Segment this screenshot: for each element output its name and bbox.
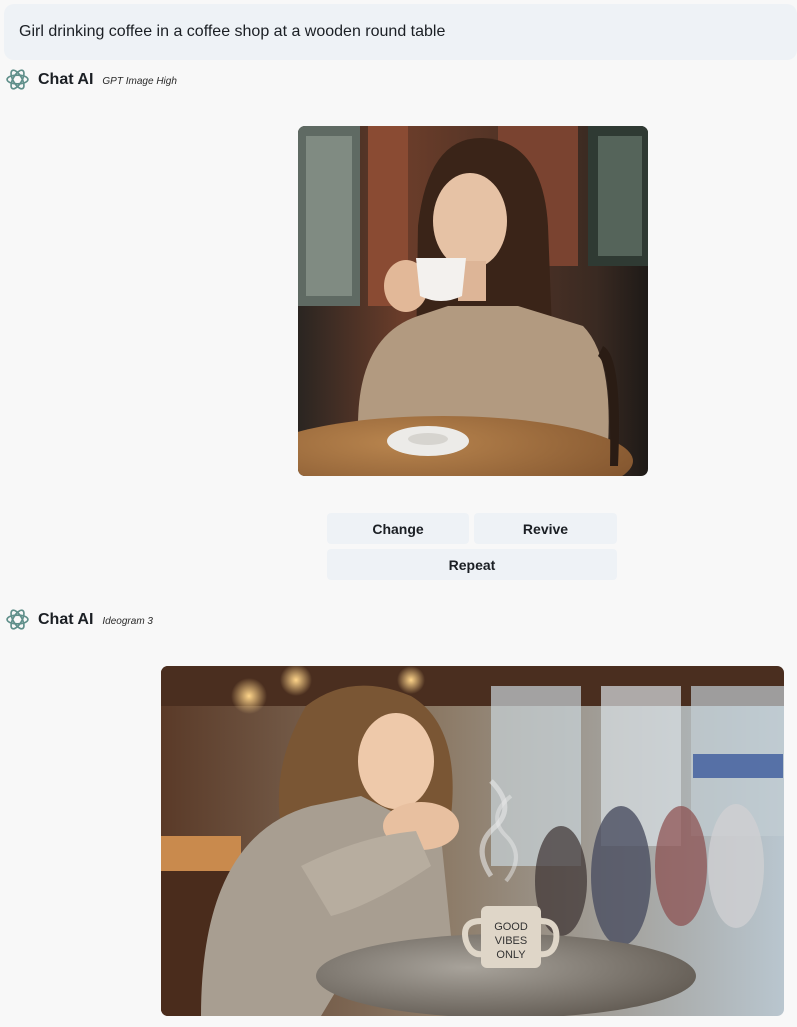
- assistant-header: Chat AI GPT Image High: [5, 67, 177, 92]
- mug-text-line: ONLY: [496, 949, 526, 961]
- assistant-name: Chat AI: [38, 70, 94, 88]
- chat-ai-logo-icon: [6, 609, 29, 630]
- assistant-header: Chat AI Ideogram 3: [5, 607, 153, 632]
- mug-text-line: VIBES: [495, 935, 527, 947]
- coffee-shop-image: GOOD VIBES ONLY: [161, 666, 784, 1016]
- model-label: GPT Image High: [102, 76, 177, 87]
- revive-button[interactable]: Revive: [474, 513, 617, 544]
- repeat-button[interactable]: Repeat: [327, 549, 617, 580]
- model-label: Ideogram 3: [102, 616, 153, 627]
- change-button[interactable]: Change: [327, 513, 469, 544]
- user-prompt-bubble: Girl drinking coffee in a coffee shop at…: [4, 4, 797, 60]
- chat-ai-logo-icon: [6, 69, 29, 90]
- user-prompt-text: Girl drinking coffee in a coffee shop at…: [19, 23, 446, 40]
- generated-image[interactable]: [298, 126, 648, 476]
- mug-text-line: GOOD: [494, 921, 528, 933]
- coffee-girl-image: [298, 126, 648, 476]
- assistant-name: Chat AI: [38, 610, 94, 628]
- generated-image[interactable]: GOOD VIBES ONLY: [161, 666, 784, 1016]
